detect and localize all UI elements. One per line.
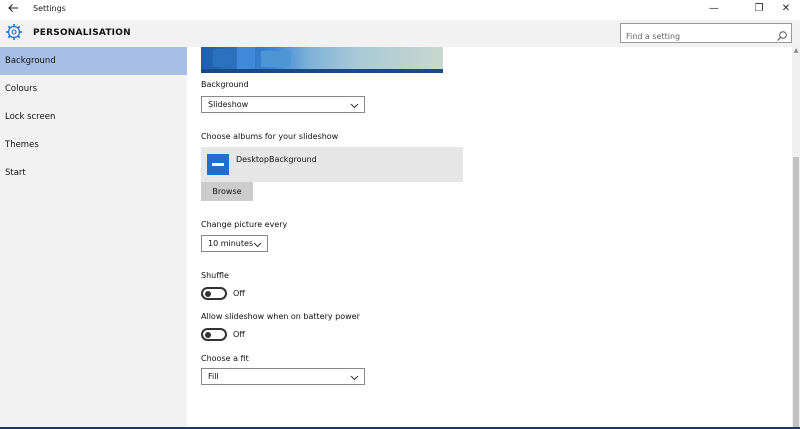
sidebar: Background Colours Lock screen Themes St… bbox=[0, 47, 187, 429]
shuffle-toggle[interactable] bbox=[201, 287, 227, 300]
chevron-down-icon bbox=[350, 372, 359, 381]
window-title: Settings bbox=[33, 4, 66, 13]
change-picture-dropdown[interactable]: 10 minutes bbox=[201, 235, 268, 252]
change-picture-value: 10 minutes bbox=[208, 239, 254, 248]
fit-label: Choose a fit bbox=[201, 354, 249, 363]
maximize-button[interactable]: ❐ bbox=[745, 1, 773, 17]
scrollbar-thumb[interactable] bbox=[793, 157, 799, 429]
folder-icon bbox=[207, 154, 229, 175]
background-dropdown-value: Slideshow bbox=[208, 100, 249, 109]
shuffle-label: Shuffle bbox=[201, 271, 229, 280]
page-title: PERSONALISATION bbox=[33, 28, 131, 38]
sidebar-item-start[interactable]: Start bbox=[0, 159, 187, 187]
browse-button[interactable]: Browse bbox=[201, 182, 253, 201]
search-input[interactable] bbox=[621, 27, 769, 46]
album-name: DesktopBackground bbox=[236, 155, 317, 164]
settings-header: PERSONALISATION bbox=[0, 20, 800, 47]
fit-dropdown[interactable]: Fill bbox=[201, 368, 365, 385]
search-icon[interactable] bbox=[776, 27, 788, 41]
chevron-down-icon bbox=[350, 100, 359, 109]
battery-label: Allow slideshow when on battery power bbox=[201, 312, 360, 321]
album-item[interactable]: DesktopBackground bbox=[201, 147, 463, 182]
close-button[interactable]: ✕ bbox=[772, 1, 800, 17]
scroll-up-icon[interactable]: ▲ bbox=[792, 47, 800, 55]
albums-label: Choose albums for your slideshow bbox=[201, 132, 339, 141]
title-bar: Settings — ❐ ✕ bbox=[0, 0, 800, 20]
battery-toggle[interactable] bbox=[201, 328, 227, 341]
background-preview-image bbox=[201, 47, 443, 73]
change-picture-label: Change picture every bbox=[201, 220, 288, 229]
back-arrow-icon[interactable] bbox=[6, 2, 20, 16]
fit-dropdown-value: Fill bbox=[208, 372, 219, 381]
main-content: Background Slideshow Choose albums for y… bbox=[187, 47, 792, 429]
search-box[interactable] bbox=[620, 23, 792, 46]
sidebar-item-background[interactable]: Background bbox=[0, 47, 187, 75]
background-label: Background bbox=[201, 80, 249, 89]
sidebar-item-colours[interactable]: Colours bbox=[0, 75, 187, 103]
sidebar-item-lock-screen[interactable]: Lock screen bbox=[0, 103, 187, 131]
sidebar-item-themes[interactable]: Themes bbox=[0, 131, 187, 159]
scrollbar[interactable]: ▲ bbox=[792, 47, 800, 429]
background-dropdown[interactable]: Slideshow bbox=[201, 96, 365, 113]
minimize-button[interactable]: — bbox=[700, 1, 728, 17]
shuffle-state: Off bbox=[233, 289, 245, 298]
battery-state: Off bbox=[233, 330, 245, 339]
chevron-down-icon bbox=[253, 239, 262, 248]
gear-icon bbox=[5, 23, 23, 41]
